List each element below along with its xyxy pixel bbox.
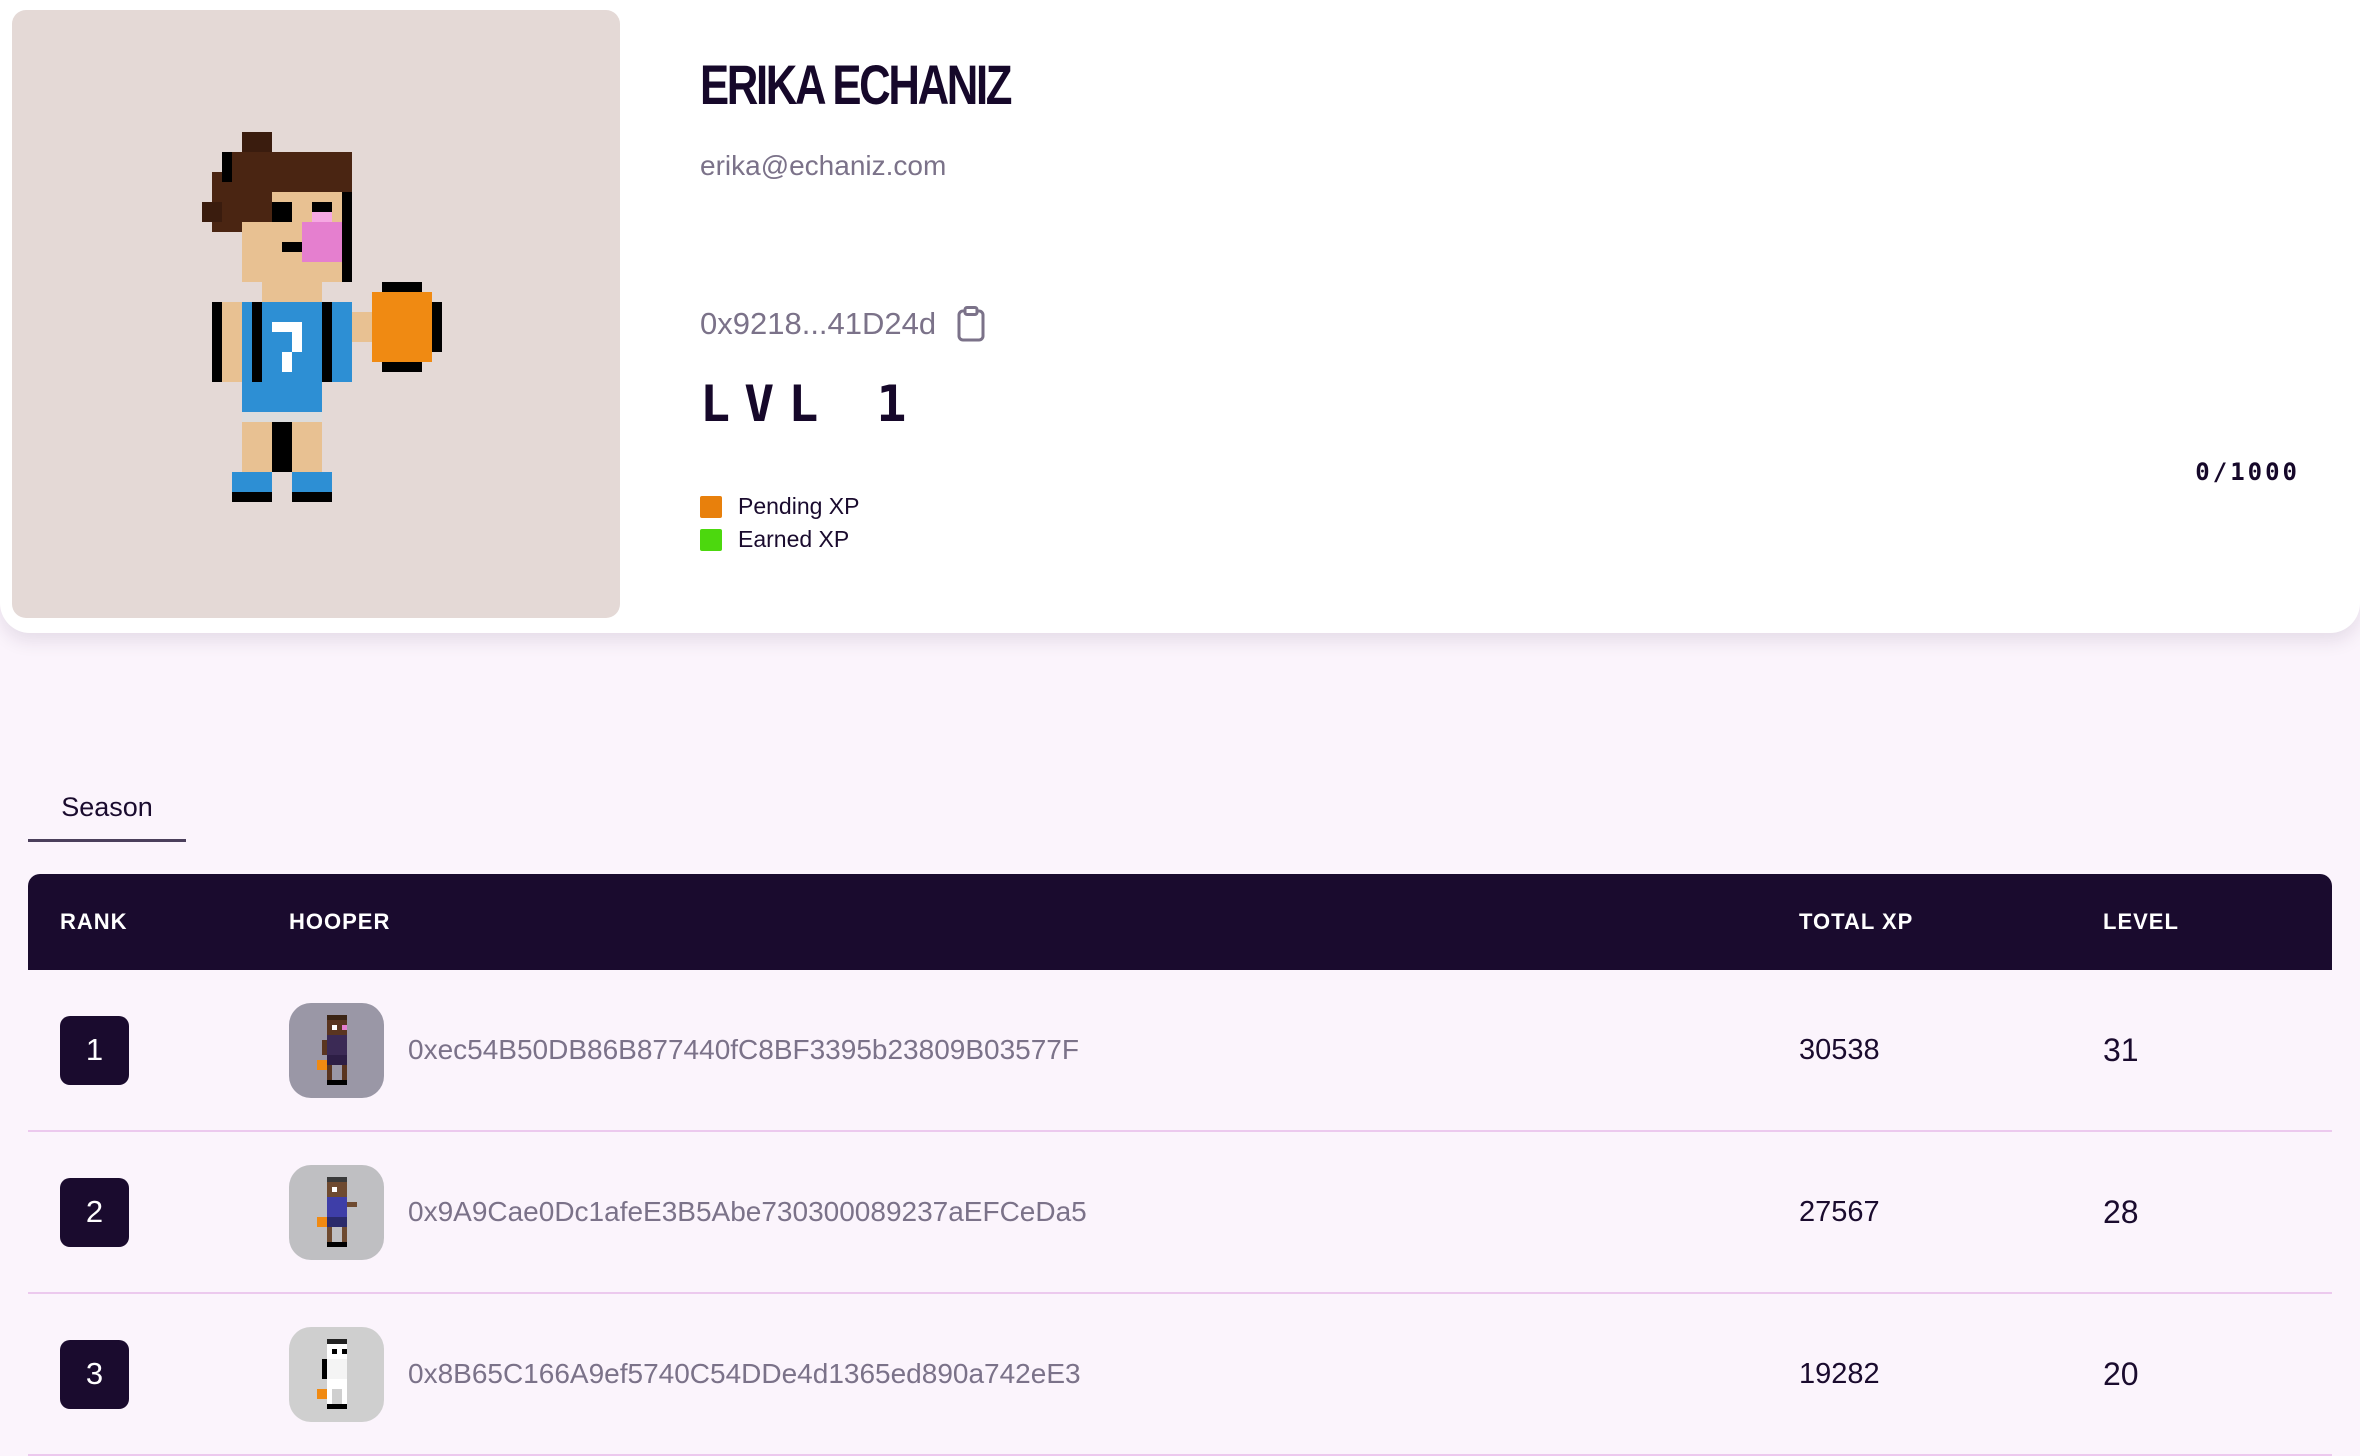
pixel-hooper-avatar [202,132,442,502]
pending-xp-swatch [700,495,722,518]
table-row[interactable]: 1 0xec54B50DB86B877440fC8BF3395b23809B03… [28,970,2332,1132]
hooper-address[interactable]: 0x9A9Cae0Dc1afeE3B5Abe730300089237aEFCeD… [408,1196,1087,1228]
hooper-address[interactable]: 0x8B65C166A9ef5740C54DDe4d1365ed890a742e… [408,1358,1081,1390]
table-row[interactable]: 3 0x8B65C166A9ef5740C54DDe4d1365ed890a74… [28,1294,2332,1456]
hooper-avatar[interactable] [289,1002,384,1098]
hooper-avatar[interactable] [289,1164,384,1260]
table-row[interactable]: 2 0x9A9Cae0Dc1afeE3B5Abe730300089237aEFC… [28,1132,2332,1294]
wallet-address: 0x9218...41D24d [700,306,937,341]
header-level: LEVEL [2103,909,2179,934]
clipboard-copy-icon[interactable] [956,306,986,342]
legend-label: Earned XP [738,526,850,552]
legend-pending-xp: Pending XP [700,490,859,523]
total-xp-cell: 27567 [1799,1195,1880,1228]
profile-name: ERIKA ECHANIZ [700,53,1012,116]
profile-avatar: 7 [12,10,620,618]
level-cell: 31 [2103,1031,2139,1068]
wallet-address-row: 0x9218...41D24d [700,306,986,342]
header-hooper: HOOPER [289,909,391,934]
level-cell: 28 [2103,1193,2139,1230]
xp-legend: Pending XP Earned XP [700,490,859,556]
level-indicator: LVL 1 [700,375,921,433]
profile-card: 7 ERIKA ECHANIZ erika@echaniz.com 0x9218… [0,0,2360,633]
rank-badge: 3 [60,1339,129,1409]
rank-badge: 2 [60,1177,129,1247]
hooper-avatar[interactable] [289,1326,384,1422]
table-header: RANK HOOPER TOTAL XP LEVEL [28,874,2332,970]
earned-xp-swatch [700,528,722,551]
total-xp-cell: 19282 [1799,1357,1880,1390]
hooper-address[interactable]: 0xec54B50DB86B877440fC8BF3395b23809B0357… [408,1034,1079,1066]
legend-earned-xp: Earned XP [700,523,859,556]
rank-badge: 1 [60,1015,129,1085]
header-total-xp: TOTAL XP [1799,909,1914,934]
legend-label: Pending XP [738,493,860,519]
profile-email: erika@echaniz.com [700,150,947,181]
total-xp-cell: 30538 [1799,1033,1880,1066]
level-cell: 20 [2103,1355,2139,1392]
tab-season[interactable]: Season [28,786,186,842]
header-rank: RANK [60,909,128,934]
leaderboard-table: RANK HOOPER TOTAL XP LEVEL 1 0xec54B50DB… [28,874,2332,1456]
xp-progress-text: 0/1000 [2195,458,2300,486]
